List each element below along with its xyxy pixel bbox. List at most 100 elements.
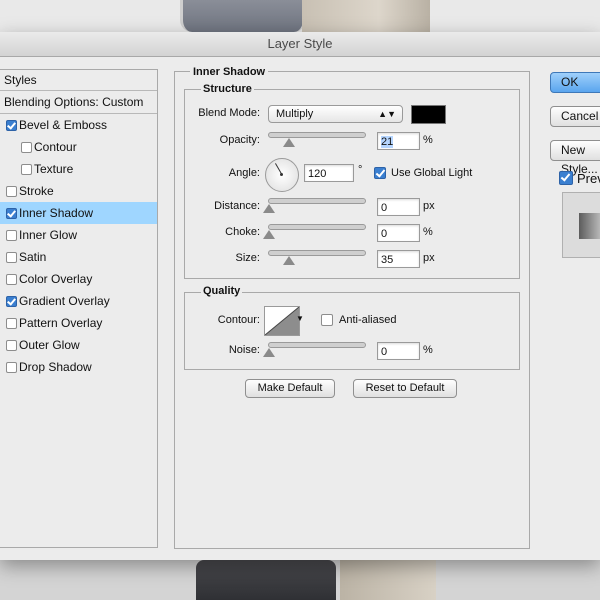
style-item-checkbox[interactable] [6,362,17,373]
distance-unit: px [423,200,435,212]
size-label: Size: [235,252,260,264]
opacity-unit: % [423,134,433,146]
opacity-slider[interactable] [268,132,366,147]
style-item-checkbox[interactable] [6,318,17,329]
use-global-light-checkbox[interactable] [374,167,386,179]
style-item-drop-shadow[interactable]: Drop Shadow [0,356,157,378]
angle-dial-center [280,173,283,176]
angle-label: Angle: [228,167,260,179]
size-slider-thumb[interactable] [283,256,295,265]
style-item-label: Bevel & Emboss [19,118,108,132]
noise-label: Noise: [228,344,260,356]
noise-field[interactable]: 0 [377,342,420,360]
style-item-checkbox[interactable] [21,142,32,153]
anti-aliased-label: Anti-aliased [339,314,397,326]
preview-checkbox[interactable] [559,171,573,185]
noise-slider[interactable] [263,342,366,357]
style-item-label: Contour [34,140,77,154]
style-item-label: Texture [34,162,74,176]
distance-slider-thumb[interactable] [263,204,275,213]
make-default-button[interactable]: Make Default [245,379,335,398]
new-style-button[interactable]: New Style... [550,140,600,176]
style-item-label: Drop Shadow [19,360,92,374]
style-item-checkbox[interactable] [6,296,17,307]
style-item-label: Outer Glow [19,338,80,352]
style-item-label: Pattern Overlay [19,316,103,330]
style-item-checkbox[interactable] [6,230,17,241]
style-item-contour[interactable]: Contour [0,136,157,158]
panel-title: Inner Shadow [190,66,269,78]
choke-label: Choke: [225,226,260,238]
preview-label: Preview [577,171,600,186]
style-item-checkbox[interactable] [6,120,17,131]
blend-mode-label: Blend Mode: [198,107,260,119]
blend-mode-value: Multiply [276,108,314,120]
style-item-checkbox[interactable] [6,340,17,351]
style-preview-swatch [579,213,600,239]
styles-header[interactable]: Styles [0,70,157,91]
angle-dial[interactable] [265,158,299,192]
size-slider[interactable] [268,250,366,265]
canvas-artwork [196,560,336,600]
use-global-light-label: Use Global Light [391,167,473,179]
contour-curve-icon [265,307,299,335]
opacity-slider-thumb[interactable] [283,138,295,147]
distance-field[interactable]: 0 [377,198,420,216]
style-item-gradient-overlay[interactable]: Gradient Overlay [0,290,157,312]
noise-slider-thumb[interactable] [263,348,275,357]
angle-unit: ° [358,164,363,176]
style-item-texture[interactable]: Texture [0,158,157,180]
style-item-label: Stroke [19,184,54,198]
quality-group [184,292,520,370]
choke-slider-thumb[interactable] [263,230,275,239]
size-field[interactable]: 35 [377,250,420,268]
angle-field[interactable]: 120 [304,164,354,182]
style-item-stroke[interactable]: Stroke [0,180,157,202]
reset-to-default-button[interactable]: Reset to Default [353,379,457,398]
anti-aliased-checkbox[interactable] [321,314,333,326]
blend-mode-select[interactable]: Multiply ▲▼ [268,105,403,123]
style-item-inner-shadow[interactable]: Inner Shadow [0,202,157,224]
window-title: Layer Style [0,32,600,57]
choke-slider[interactable] [263,224,366,239]
style-item-label: Gradient Overlay [19,294,110,308]
quality-title: Quality [201,285,243,297]
opacity-field[interactable]: 21 [377,132,420,150]
canvas-artwork [340,560,436,600]
style-item-label: Inner Shadow [19,206,94,220]
style-item-checkbox[interactable] [6,252,17,263]
style-item-checkbox[interactable] [6,208,17,219]
opacity-value: 21 [381,136,394,148]
cancel-button[interactable]: Cancel [550,106,600,127]
contour-dropdown-icon[interactable]: ▼ [296,314,304,323]
style-item-label: Color Overlay [19,272,93,286]
choke-field[interactable]: 0 [377,224,420,242]
shadow-color-swatch[interactable] [411,105,446,124]
opacity-label: Opacity: [219,134,260,146]
style-preview-thumbnail [562,192,600,258]
style-item-outer-glow[interactable]: Outer Glow [0,334,157,356]
select-arrows-icon: ▲▼ [378,109,396,119]
blending-options-item[interactable]: Blending Options: Custom [0,91,157,114]
structure-title: Structure [201,83,254,95]
style-item-satin[interactable]: Satin [0,246,157,268]
style-item-label: Satin [19,250,47,264]
style-item-color-overlay[interactable]: Color Overlay [0,268,157,290]
style-item-checkbox[interactable] [6,186,17,197]
size-unit: px [423,252,435,264]
style-item-inner-glow[interactable]: Inner Glow [0,224,157,246]
style-item-checkbox[interactable] [6,274,17,285]
ok-button[interactable]: OK [550,72,600,93]
layer-style-dialog: Layer Style Styles Blending Options: Cus… [0,32,600,560]
style-item-checkbox[interactable] [21,164,32,175]
contour-picker[interactable] [264,306,300,336]
style-item-label: Inner Glow [19,228,78,242]
canvas-artwork [180,0,306,32]
style-item-pattern-overlay[interactable]: Pattern Overlay [0,312,157,334]
styles-list: Styles Blending Options: Custom Bevel & … [0,69,158,548]
distance-slider[interactable] [263,198,366,213]
choke-unit: % [423,226,433,238]
contour-label: Contour: [217,314,260,326]
style-item-bevel-emboss[interactable]: Bevel & Emboss [0,114,157,136]
canvas-artwork [302,0,430,32]
